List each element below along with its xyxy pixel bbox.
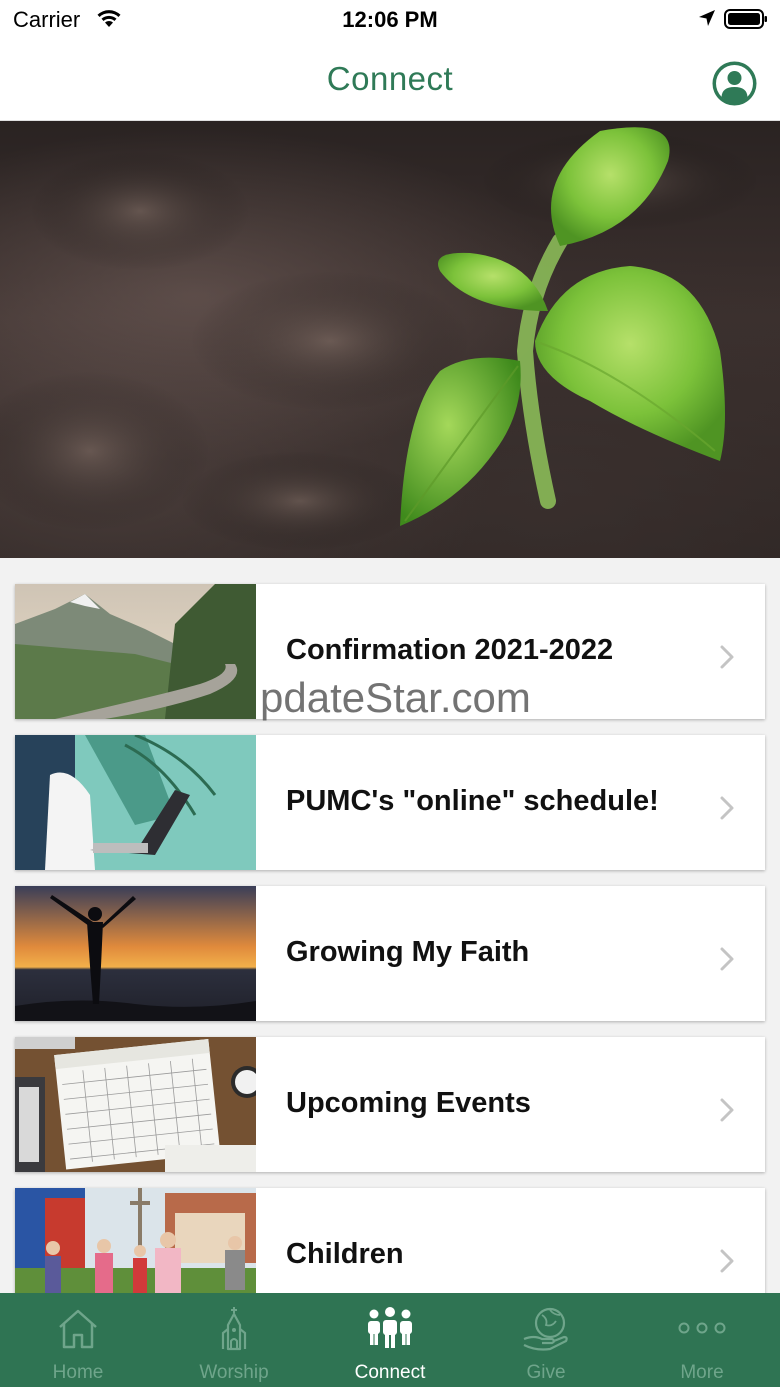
list-item-title: Confirmation 2021-2022	[286, 634, 614, 666]
chevron-right-icon	[720, 796, 734, 820]
more-dots-icon	[678, 1322, 726, 1334]
user-circle-icon[interactable]	[712, 61, 757, 106]
page-title: Connect	[326, 60, 454, 97]
chevron-right-icon	[720, 1249, 734, 1273]
church-icon	[221, 1307, 247, 1351]
list-item-title: Growing My Faith	[286, 936, 530, 968]
watermark-text: pdateStar.com	[260, 674, 531, 721]
hero-image-seedling	[0, 121, 780, 558]
thumbnail-laptop-palm	[15, 735, 256, 870]
status-bar: Carrier 12:06 PM	[0, 0, 780, 42]
chevron-right-icon	[720, 645, 734, 669]
tab-give[interactable]: Give	[468, 1293, 624, 1387]
chevron-right-icon	[720, 1098, 734, 1122]
thumbnail-mountain-road	[15, 584, 256, 719]
tab-label: Home	[52, 1362, 104, 1383]
giving-hand-icon	[523, 1307, 568, 1351]
list-item-title: Upcoming Events	[286, 1087, 531, 1119]
tab-label: Worship	[199, 1362, 269, 1383]
clock: 12:06 PM	[342, 7, 438, 32]
tab-label: Connect	[354, 1362, 426, 1383]
thumbnail-calendar-desk	[15, 1037, 256, 1172]
tab-home[interactable]: Home	[0, 1293, 156, 1387]
seedling-illustration	[0, 127, 760, 551]
list-item-title: PUMC's "online" schedule!	[286, 785, 659, 817]
list-item[interactable]: Growing My Faith	[15, 886, 765, 1021]
tab-label: More	[680, 1362, 724, 1383]
tab-more[interactable]: More	[624, 1293, 780, 1387]
tab-label: Give	[526, 1362, 566, 1383]
home-icon	[59, 1309, 97, 1349]
list-item[interactable]: Upcoming Events	[15, 1037, 765, 1172]
list-item-title: Children	[286, 1238, 404, 1270]
tab-bar: Home Worship Connect Give More	[0, 1293, 780, 1387]
navigation-bar: Connect	[0, 42, 780, 121]
chevron-right-icon	[720, 947, 734, 971]
tab-worship[interactable]: Worship	[156, 1293, 312, 1387]
people-icon	[368, 1307, 412, 1348]
thumbnail-sunset-silhouette	[15, 886, 256, 1021]
battery-icon	[724, 9, 767, 29]
list-item[interactable]: PUMC's "online" schedule!	[15, 735, 765, 870]
tab-connect[interactable]: Connect	[312, 1293, 468, 1387]
location-arrow-icon	[699, 10, 715, 26]
